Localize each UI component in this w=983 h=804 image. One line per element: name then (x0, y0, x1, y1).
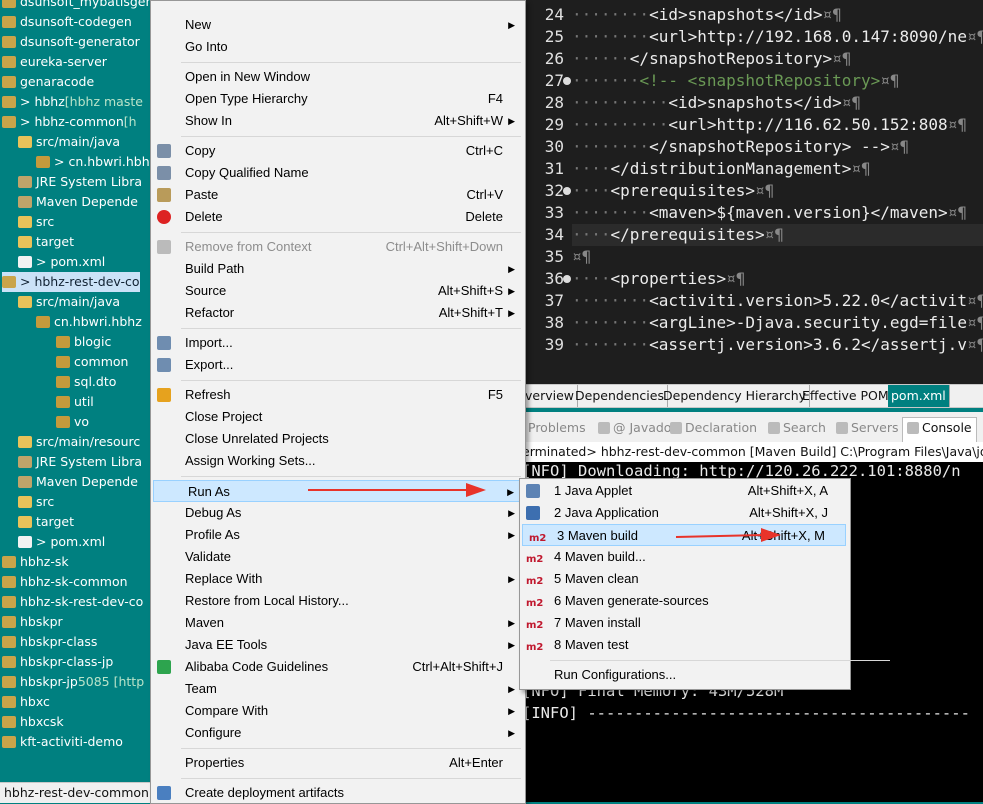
arrow-to-maven-build (675, 528, 781, 542)
arrow-to-run-as (308, 483, 486, 497)
annotation-arrows (308, 483, 781, 542)
